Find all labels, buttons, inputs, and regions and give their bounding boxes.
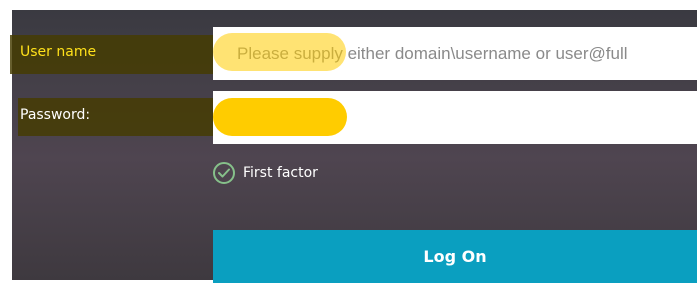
password-label: Password: (20, 107, 91, 123)
username-input-highlight (213, 33, 346, 71)
first-factor-label: First factor (243, 165, 318, 181)
password-input-highlight (213, 98, 347, 136)
log-on-button[interactable]: Log On (213, 230, 697, 283)
username-label: User name (20, 44, 97, 60)
check-circle-icon (213, 162, 235, 184)
first-factor-status: First factor (213, 161, 318, 185)
